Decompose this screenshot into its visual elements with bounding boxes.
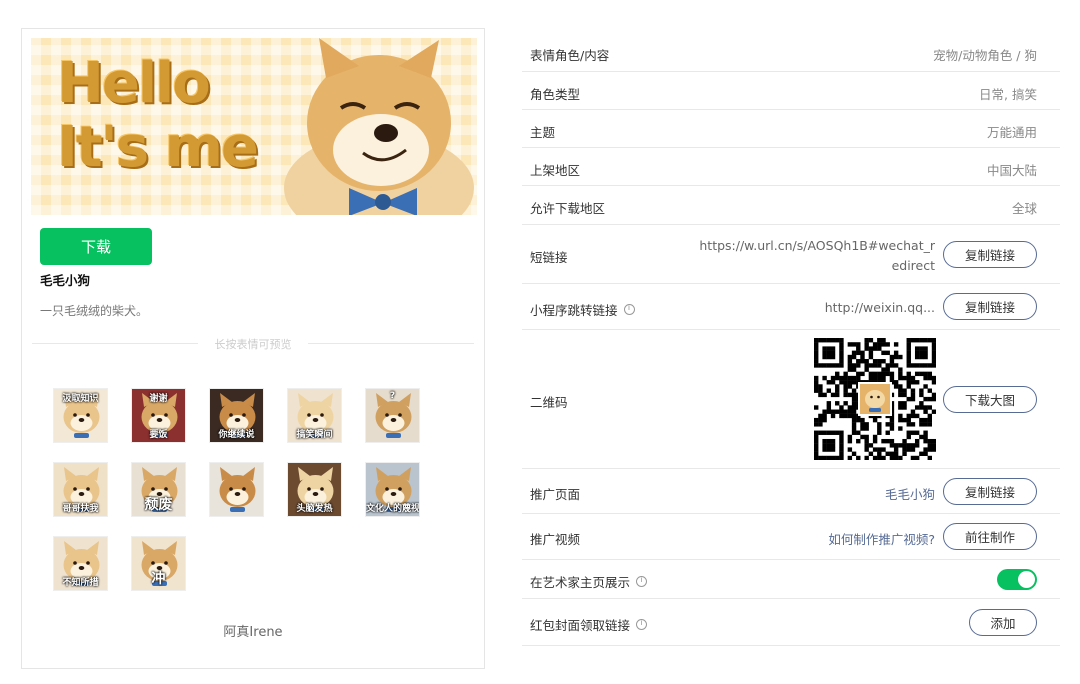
sticker-banner: Hello It's me xyxy=(31,38,477,215)
sticker-thumbnail[interactable]: 要饭 谢谢 xyxy=(131,388,186,443)
sticker-caption: 汲取知识 xyxy=(62,394,99,404)
content-value: 宠物/动物角色 / 狗 xyxy=(933,48,1037,63)
toggle-knob xyxy=(1018,571,1035,588)
sticker-thumbnail[interactable]: ? xyxy=(365,388,420,443)
sticker-caption: 谢谢 xyxy=(149,394,168,404)
info-row-role-type: 角色类型 日常, 搞笑 xyxy=(522,72,1060,110)
info-row-mini-program: 小程序跳转链接 http://weixin.qq... 复制链接 xyxy=(522,284,1060,330)
info-icon[interactable] xyxy=(636,618,648,630)
info-row-red-packet: 红包封面领取链接 添加 xyxy=(522,599,1060,646)
divider-right xyxy=(308,343,474,344)
info-row-promo-page: 推广页面 毛毛小狗 复制链接 xyxy=(522,469,1060,514)
banner-title: Hello It's me xyxy=(57,51,259,180)
sticker-thumbnail[interactable]: 哥哥扶我 xyxy=(53,462,108,517)
download-region-value: 全球 xyxy=(1011,201,1037,216)
add-red-packet-button[interactable]: 添加 xyxy=(969,609,1037,636)
copy-mini-program-link-button[interactable]: 复制链接 xyxy=(943,293,1037,320)
info-row-qrcode: 二维码 下载大图 xyxy=(522,330,1060,469)
sticker-caption: 头脑发热 xyxy=(296,504,333,514)
sticker-thumbnail[interactable]: 汲取知识 xyxy=(53,388,108,443)
promo-video-link[interactable]: 如何制作推广视频? xyxy=(828,529,935,548)
red-packet-label: 红包封面领取链接 xyxy=(530,615,648,634)
sticker-thumbnail[interactable]: 颓废 xyxy=(131,462,186,517)
region-label: 上架地区 xyxy=(530,163,581,178)
info-row-theme: 主题 万能通用 xyxy=(522,110,1060,148)
download-button[interactable]: 下载 xyxy=(40,228,152,265)
sticker-thumbnail[interactable] xyxy=(209,462,264,517)
copy-short-link-button[interactable]: 复制链接 xyxy=(943,241,1037,268)
promo-video-label: 推广视频 xyxy=(530,532,581,547)
promo-page-value[interactable]: 毛毛小狗 xyxy=(885,484,935,503)
info-icon[interactable] xyxy=(636,575,648,587)
sticker-name: 毛毛小狗 xyxy=(40,273,91,288)
sticker-thumbnail[interactable]: 文化人的蔑视 xyxy=(365,462,420,517)
sticker-grid: 汲取知识要饭 谢谢你继续说 搞笑瞬间? 哥哥扶我 颓废 头脑发热 文化人的蔑视不知所措 冲 xyxy=(53,388,433,594)
sticker-caption: 要饭 xyxy=(149,430,168,440)
role-type-value: 日常, 搞笑 xyxy=(979,87,1037,102)
preview-hint: 长按表情可预览 xyxy=(214,338,292,351)
theme-label: 主题 xyxy=(530,125,556,140)
short-link-label: 短链接 xyxy=(530,250,568,265)
info-row-short-link: 短链接 https://w.url.cn/s/AOSQh1B#wechat_r … xyxy=(522,225,1060,284)
short-link-value[interactable]: https://w.url.cn/s/AOSQh1B#wechat_r edir… xyxy=(699,236,935,276)
mini-program-label: 小程序跳转链接 xyxy=(530,300,635,319)
sticker-preview-panel: Hello It's me 下载 毛毛小狗 一只毛绒绒的柴犬。 长按表情可预览 … xyxy=(21,28,485,669)
copy-promo-page-button[interactable]: 复制链接 xyxy=(943,478,1037,505)
author-name[interactable]: 阿真Irene xyxy=(22,621,484,640)
sticker-caption: 文化人的蔑视 xyxy=(366,504,420,514)
sticker-thumbnail[interactable]: 你继续说 xyxy=(209,388,264,443)
info-row-artist-show: 在艺术家主页展示 xyxy=(522,560,1060,599)
info-row-region: 上架地区 中国大陆 xyxy=(522,148,1060,186)
sticker-thumbnail[interactable]: 搞笑瞬间 xyxy=(287,388,342,443)
sticker-thumbnail[interactable]: 冲 xyxy=(131,536,186,591)
sticker-caption: 冲 xyxy=(151,571,166,587)
sticker-thumbnail[interactable]: 不知所措 xyxy=(53,536,108,591)
qr-code-image xyxy=(814,338,936,460)
sticker-caption: 搞笑瞬间 xyxy=(296,430,333,440)
info-icon[interactable] xyxy=(623,303,635,315)
sticker-caption: 不知所措 xyxy=(62,578,99,588)
theme-value: 万能通用 xyxy=(986,125,1037,140)
download-qr-button[interactable]: 下载大图 xyxy=(943,386,1037,413)
info-row-promo-video: 推广视频 如何制作推广视频? 前往制作 xyxy=(522,514,1060,560)
role-type-label: 角色类型 xyxy=(530,87,581,102)
region-value: 中国大陆 xyxy=(986,163,1037,178)
info-row-download-region: 允许下载地区 全球 xyxy=(522,186,1060,225)
go-make-video-button[interactable]: 前往制作 xyxy=(943,523,1037,550)
content-label: 表情角色/内容 xyxy=(530,48,610,63)
info-row-content: 表情角色/内容 宠物/动物角色 / 狗 xyxy=(522,33,1060,72)
sticker-caption: 你继续说 xyxy=(218,430,255,440)
promo-page-label: 推广页面 xyxy=(530,487,581,502)
shiba-face-icon xyxy=(219,467,256,512)
artist-show-toggle[interactable] xyxy=(997,569,1037,590)
qr-label: 二维码 xyxy=(530,395,568,410)
shiba-dog-image xyxy=(284,38,474,215)
sticker-thumbnail[interactable]: 头脑发热 xyxy=(287,462,342,517)
sticker-caption: 颓废 xyxy=(144,497,173,513)
sticker-caption: 哥哥扶我 xyxy=(62,504,99,514)
mini-program-value[interactable]: http://weixin.qq... xyxy=(825,300,935,315)
sticker-description: 一只毛绒绒的柴犬。 xyxy=(40,304,149,318)
sticker-caption: ? xyxy=(389,391,396,401)
artist-show-label: 在艺术家主页展示 xyxy=(530,572,648,591)
download-region-label: 允许下载地区 xyxy=(530,201,606,216)
